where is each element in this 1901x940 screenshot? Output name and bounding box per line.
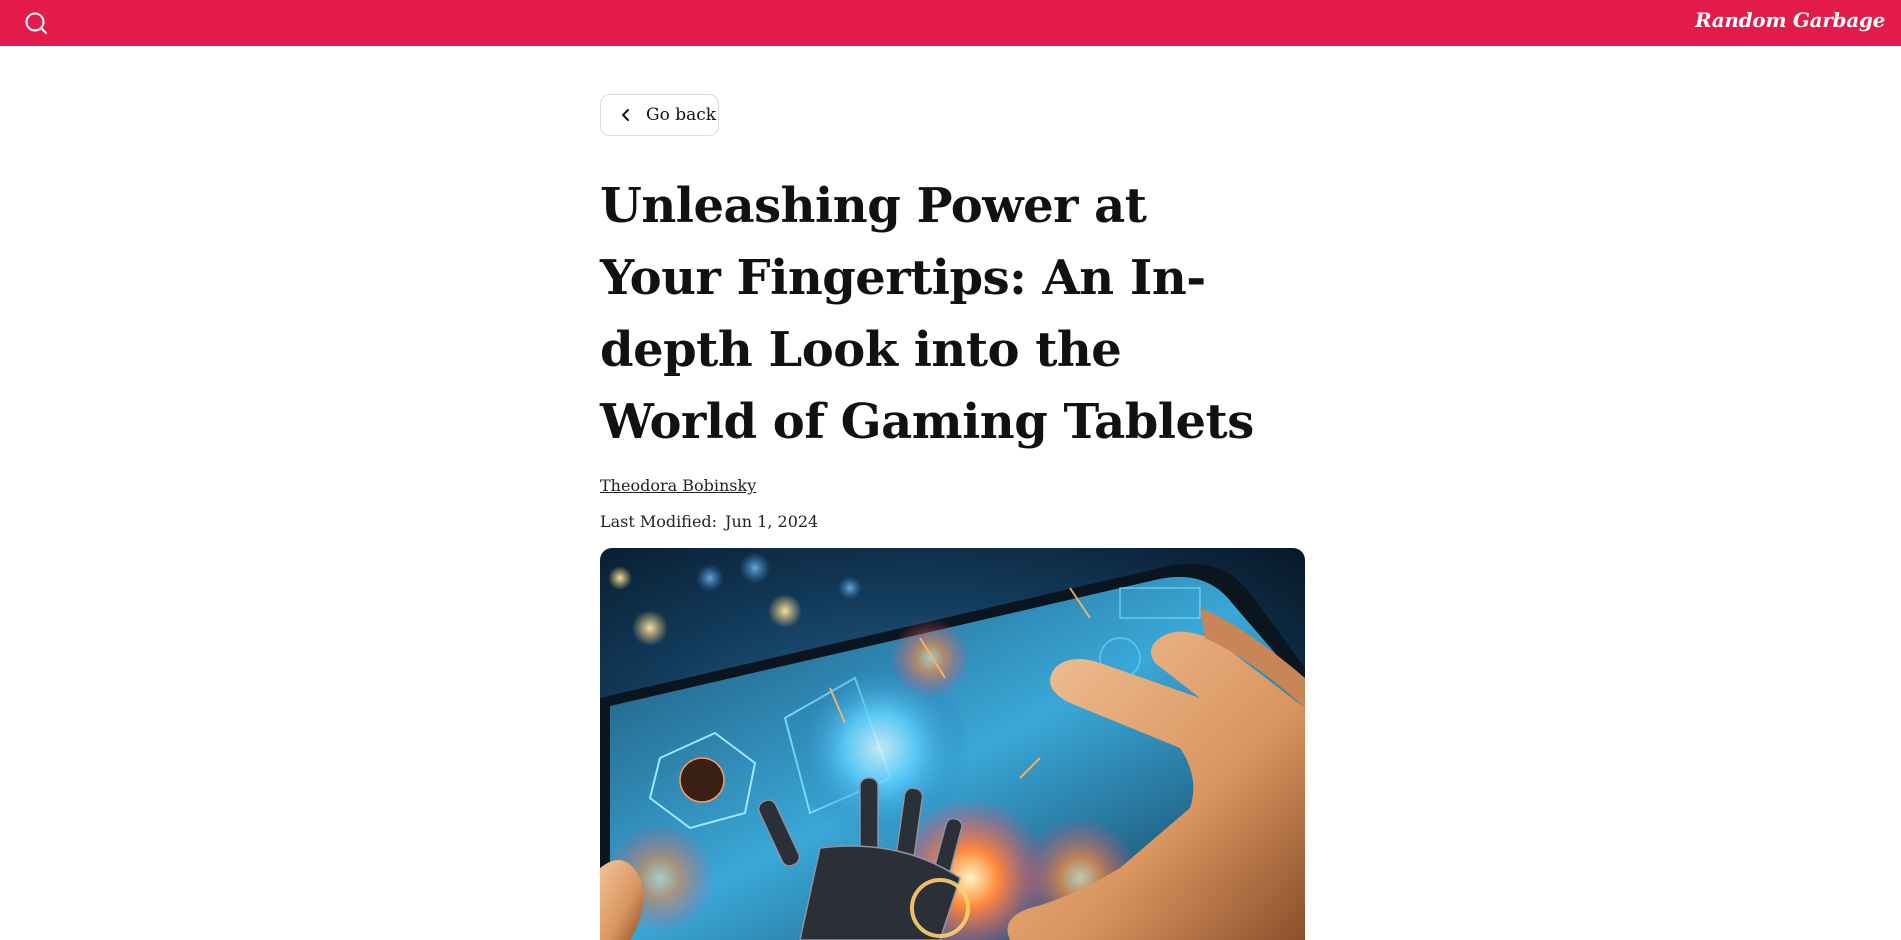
gaming-tablet-illustration: [600, 548, 1305, 940]
top-navbar: Random Garbage: [0, 0, 1901, 46]
search-button[interactable]: [22, 9, 50, 37]
go-back-button[interactable]: Go back: [600, 94, 719, 136]
site-logo[interactable]: Random Garbage: [1695, 8, 1885, 32]
hero-image: [600, 548, 1305, 940]
search-icon: [25, 12, 47, 34]
chevron-left-icon: [617, 106, 635, 124]
author-link[interactable]: Theodora Bobinsky: [600, 476, 756, 495]
last-modified: Last Modified: Jun 1, 2024: [600, 512, 818, 531]
last-modified-label: Last Modified:: [600, 512, 718, 531]
last-modified-date: Jun 1, 2024: [725, 512, 819, 531]
article-title: Unleashing Power at Your Fingertips: An …: [600, 178, 1254, 450]
go-back-label: Go back: [646, 105, 717, 125]
